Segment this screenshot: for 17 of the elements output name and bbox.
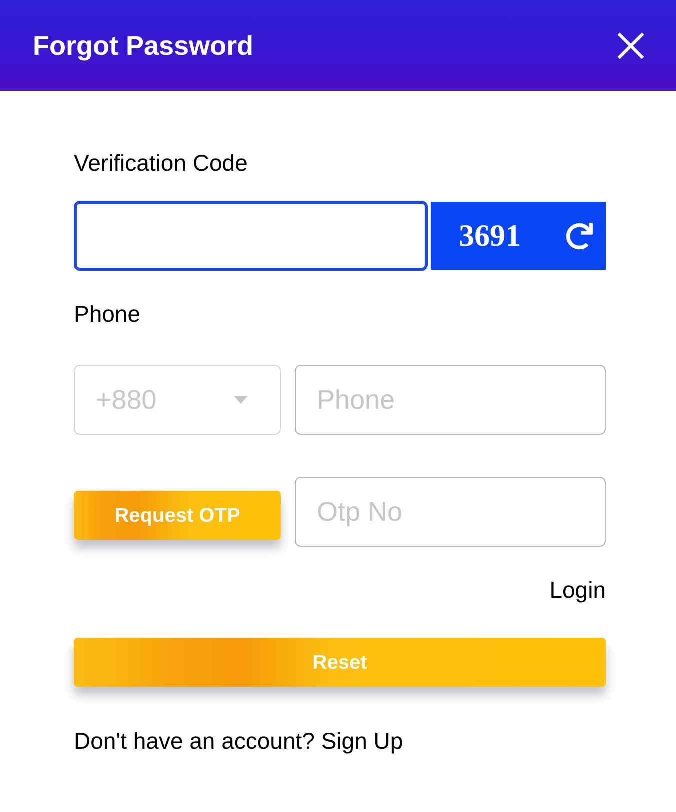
close-icon: [618, 32, 644, 58]
refresh-icon: [566, 222, 592, 250]
refresh-button[interactable]: [564, 221, 594, 251]
field-label: Verification Code: [74, 149, 248, 178]
window-title: Forgot Password: [33, 30, 254, 62]
phone-input[interactable]: Phone: [295, 365, 606, 435]
signup-link[interactable]: Sign Up: [321, 728, 404, 754]
reset-button[interactable]: Reset: [74, 638, 606, 687]
login-link[interactable]: Login: [550, 575, 606, 605]
captcha-code: 3691: [459, 218, 521, 254]
caret-icon: [234, 396, 248, 404]
verification-code-input[interactable]: [74, 201, 428, 271]
field-label: Phone: [74, 300, 141, 329]
close-button[interactable]: [616, 30, 646, 60]
signup-prompt: Don't have an account? Sign Up: [74, 727, 404, 756]
otp-input[interactable]: Otp No: [295, 477, 606, 547]
request-otp-button[interactable]: Request OTP: [74, 491, 281, 540]
